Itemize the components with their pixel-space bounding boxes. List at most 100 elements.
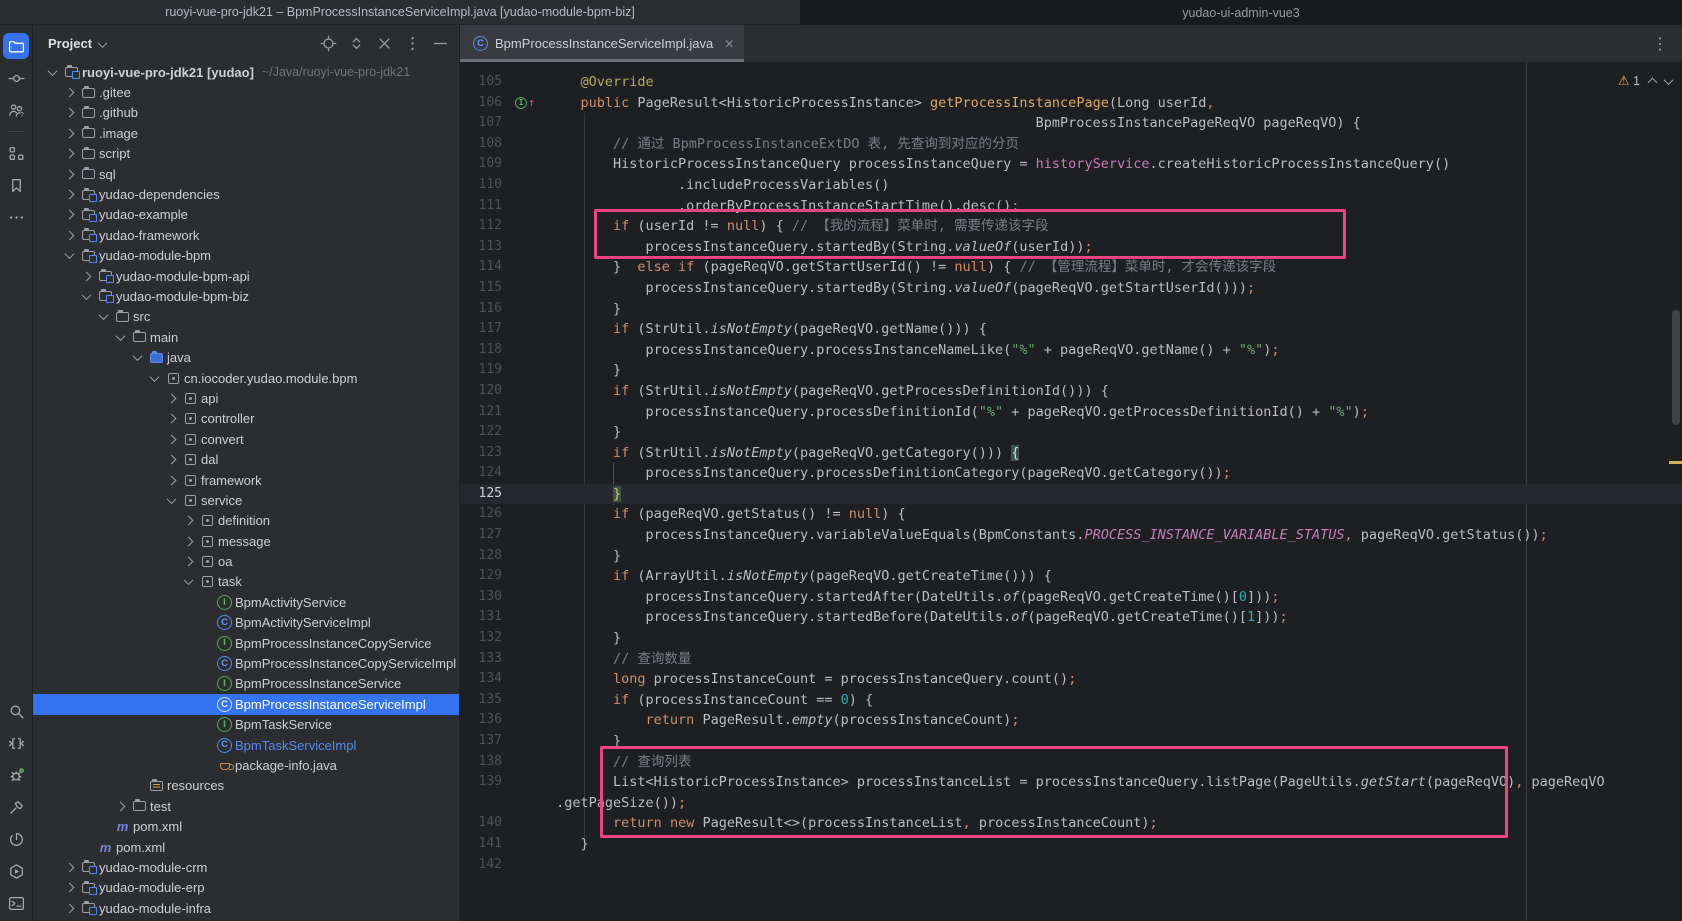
chevron-right-icon[interactable] xyxy=(60,130,78,137)
chevron-right-icon[interactable] xyxy=(60,89,78,96)
chevron-right-icon[interactable] xyxy=(162,477,180,484)
run-tool-icon[interactable] xyxy=(3,730,29,756)
tree-row-task[interactable]: task xyxy=(33,572,459,592)
chevron-down-icon[interactable] xyxy=(145,375,163,382)
chevron-down-icon[interactable] xyxy=(179,578,197,585)
hide-panel-icon[interactable] xyxy=(432,35,449,52)
chevron-down-icon[interactable] xyxy=(94,313,112,320)
tree-row-pom-xml[interactable]: mpom.xml xyxy=(33,816,459,836)
bookmarks-tool-icon[interactable] xyxy=(3,172,29,198)
code-line-105[interactable]: 105 @Override xyxy=(460,72,1682,93)
code-line-131[interactable]: 131 processInstanceQuery.startedBefore(D… xyxy=(460,607,1682,628)
chevron-right-icon[interactable] xyxy=(60,232,78,239)
project-panel-title[interactable]: Project xyxy=(48,36,92,51)
chevron-right-icon[interactable] xyxy=(77,273,95,280)
tree-row-message[interactable]: message xyxy=(33,531,459,551)
chevron-down-icon[interactable] xyxy=(111,334,129,341)
inspections-widget[interactable]: ⚠ 1 xyxy=(1618,71,1672,92)
tree-row-resources[interactable]: resources xyxy=(33,776,459,796)
tree-row-bpmactivityservice[interactable]: IBpmActivityService xyxy=(33,592,459,612)
tree-row--github[interactable]: .github xyxy=(33,103,459,123)
chevron-right-icon[interactable] xyxy=(60,905,78,912)
chevron-down-icon[interactable] xyxy=(162,497,180,504)
tree-row-yudao-dependencies[interactable]: yudao-dependencies xyxy=(33,184,459,204)
prev-problem-icon[interactable] xyxy=(1648,78,1658,88)
chevron-right-icon[interactable] xyxy=(179,517,197,524)
chevron-right-icon[interactable] xyxy=(60,191,78,198)
tree-row-bpmprocessinstanceserviceimpl[interactable]: CBpmProcessInstanceServiceImpl xyxy=(33,694,459,714)
build-tool-icon[interactable] xyxy=(3,794,29,820)
code-line-142[interactable]: 142 xyxy=(460,855,1682,876)
terminal-tool-icon[interactable] xyxy=(3,890,29,916)
code-line-119[interactable]: 119 } xyxy=(460,360,1682,381)
project-dropdown-chevron-icon[interactable] xyxy=(99,36,106,51)
code-line-135[interactable]: 135 if (processInstanceCount == 0) { xyxy=(460,690,1682,711)
code-line-125[interactable]: 125 } xyxy=(460,484,1682,505)
code-line-126[interactable]: 126 if (pageReqVO.getStatus() != null) { xyxy=(460,504,1682,525)
tree-row-ruoyi-vue-pro-jdk21-yudao-[interactable]: ruoyi-vue-pro-jdk21 [yudao]~/Java/ruoyi-… xyxy=(33,62,459,82)
tree-row-service[interactable]: service xyxy=(33,490,459,510)
tree-row-yudao-framework[interactable]: yudao-framework xyxy=(33,225,459,245)
profiler-tool-icon[interactable] xyxy=(3,826,29,852)
pull-requests-tool-icon[interactable]: ? xyxy=(3,97,29,123)
code-line-134[interactable]: 134 long processInstanceCount = processI… xyxy=(460,669,1682,690)
tree-row-yudao-module-infra[interactable]: yudao-module-infra xyxy=(33,898,459,918)
tab-close-icon[interactable]: ✕ xyxy=(724,37,734,51)
code-line-123[interactable]: 123 if (StrUtil.isNotEmpty(pageReqVO.get… xyxy=(460,443,1682,464)
code-line-110[interactable]: 110 .includeProcessVariables() xyxy=(460,175,1682,196)
tree-row-convert[interactable]: convert xyxy=(33,429,459,449)
expand-all-icon[interactable] xyxy=(348,35,365,52)
code-line-128[interactable]: 128 } xyxy=(460,546,1682,567)
tree-row-bpmprocessinstanceservice[interactable]: IBpmProcessInstanceService xyxy=(33,674,459,694)
chevron-down-icon[interactable] xyxy=(128,354,146,361)
tree-row-bpmactivityserviceimpl[interactable]: CBpmActivityServiceImpl xyxy=(33,613,459,633)
chevron-right-icon[interactable] xyxy=(60,109,78,116)
tree-row-framework[interactable]: framework xyxy=(33,470,459,490)
structure-tool-icon[interactable] xyxy=(3,140,29,166)
tree-row-yudao-module-bpm-api[interactable]: yudao-module-bpm-api xyxy=(33,266,459,286)
chevron-right-icon[interactable] xyxy=(60,150,78,157)
tree-row-script[interactable]: script xyxy=(33,144,459,164)
chevron-right-icon[interactable] xyxy=(60,884,78,891)
tree-row-cn-iocoder-yudao-module-bpm[interactable]: cn.iocoder.yudao.module.bpm xyxy=(33,368,459,388)
chevron-down-icon[interactable] xyxy=(77,293,95,300)
code-line-121[interactable]: 121 processInstanceQuery.processDefiniti… xyxy=(460,402,1682,423)
next-problem-icon[interactable] xyxy=(1664,75,1674,85)
overrides-method-gutter-icon[interactable]: I↑ xyxy=(502,93,548,114)
code-line-127[interactable]: 127 processInstanceQuery.variableValueEq… xyxy=(460,525,1682,546)
tree-row-yudao-module-erp[interactable]: yudao-module-erp xyxy=(33,878,459,898)
tree-row-yudao-module-crm[interactable]: yudao-module-crm xyxy=(33,857,459,877)
code-line-107[interactable]: 107 BpmProcessInstancePageReqVO pageReqV… xyxy=(460,113,1682,134)
code-line-133[interactable]: 133 // 查询数量 xyxy=(460,649,1682,670)
more-tool-windows-icon[interactable] xyxy=(3,204,29,230)
chevron-right-icon[interactable] xyxy=(179,538,197,545)
code-line-132[interactable]: 132 } xyxy=(460,628,1682,649)
chevron-right-icon[interactable] xyxy=(60,864,78,871)
options-kebab-icon[interactable] xyxy=(404,35,421,52)
tree-row-api[interactable]: api xyxy=(33,388,459,408)
tree-row-bpmtaskserviceimpl[interactable]: CBpmTaskServiceImpl xyxy=(33,735,459,755)
tree-row-pom-xml[interactable]: mpom.xml xyxy=(33,837,459,857)
tree-row-bpmtaskservice[interactable]: IBpmTaskService xyxy=(33,715,459,735)
code-line-115[interactable]: 115 processInstanceQuery.startedBy(Strin… xyxy=(460,278,1682,299)
tree-row-oa[interactable]: oa xyxy=(33,551,459,571)
tree-row-controller[interactable]: controller xyxy=(33,409,459,429)
editor-scrollbar-thumb[interactable] xyxy=(1672,310,1680,425)
code-line-129[interactable]: 129 if (ArrayUtil.isNotEmpty(pageReqVO.g… xyxy=(460,566,1682,587)
tree-row-yudao-module-bpm[interactable]: yudao-module-bpm xyxy=(33,246,459,266)
project-tool-icon[interactable] xyxy=(3,33,29,59)
tree-row-java[interactable]: java xyxy=(33,347,459,367)
code-line-136[interactable]: 136 return PageResult.empty(processInsta… xyxy=(460,710,1682,731)
tree-row-main[interactable]: main xyxy=(33,327,459,347)
locate-file-icon[interactable] xyxy=(320,35,337,52)
code-line-116[interactable]: 116 } xyxy=(460,299,1682,320)
tree-row-dal[interactable]: dal xyxy=(33,449,459,469)
chevron-right-icon[interactable] xyxy=(60,171,78,178)
services-tool-icon[interactable] xyxy=(3,858,29,884)
collapse-all-icon[interactable] xyxy=(376,35,393,52)
tree-row-bpmprocessinstancecopyservice[interactable]: IBpmProcessInstanceCopyService xyxy=(33,633,459,653)
code-editor-content[interactable]: 105 @Override106I↑ public PageResult<His… xyxy=(460,62,1682,921)
code-line-109[interactable]: 109 HistoricProcessInstanceQuery process… xyxy=(460,154,1682,175)
tree-row--image[interactable]: .image xyxy=(33,123,459,143)
commit-tool-icon[interactable] xyxy=(3,65,29,91)
